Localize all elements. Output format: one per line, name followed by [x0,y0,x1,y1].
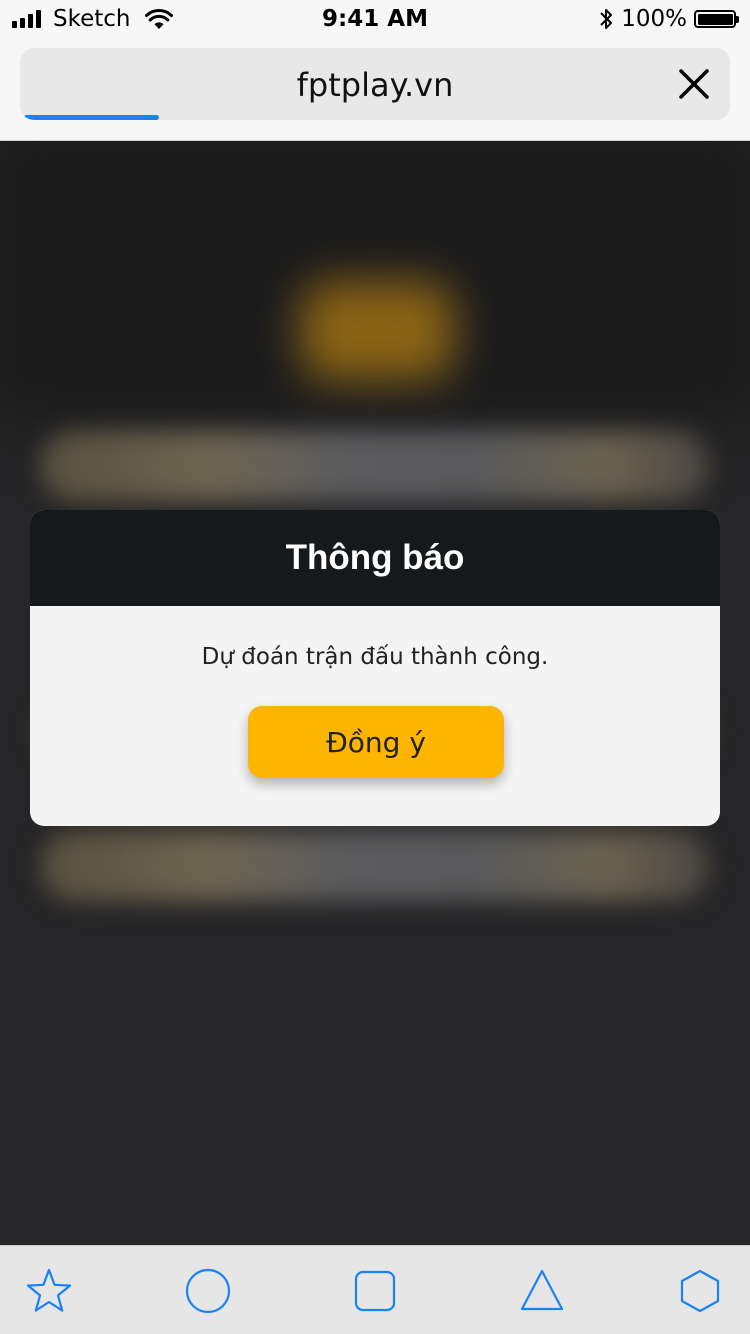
hexagon-icon [680,1269,720,1313]
dialog-header: Thông báo [30,510,720,606]
bluetooth-icon [599,7,613,31]
dialog-title: Thông báo [285,538,465,577]
browser-navigation: fptplay.vn [0,40,750,141]
status-bar-right: 100% [599,6,739,32]
star-icon [26,1268,72,1312]
url-text[interactable]: fptplay.vn [20,66,730,104]
toolbar-hexagon-button[interactable] [676,1267,724,1315]
battery-percent: 100% [621,6,687,32]
status-bar: Sketch 9:41 AM 100% [0,0,750,40]
blurred-match-row [40,431,710,501]
circle-icon [185,1268,231,1314]
close-button[interactable] [672,62,716,106]
toolbar-square-button[interactable] [351,1267,399,1315]
address-bar[interactable]: fptplay.vn [20,48,730,120]
toolbar-star-button[interactable] [25,1267,73,1315]
dialog-message: Dự đoán trận đấu thành công. [201,644,549,670]
blurred-match-row [40,831,710,901]
dialog-body: Dự đoán trận đấu thành công. Đồng ý [30,606,720,826]
blurred-logo [300,281,455,381]
toolbar-triangle-button[interactable] [518,1267,566,1315]
square-icon [354,1270,396,1312]
toolbar-circle-button[interactable] [184,1267,232,1315]
battery-icon [694,10,739,28]
close-icon [679,69,709,99]
bottom-toolbar [0,1245,750,1334]
agree-button[interactable]: Đồng ý [248,706,504,778]
page-load-progress [24,115,159,120]
notification-dialog: Thông báo Dự đoán trận đấu thành công. Đ… [30,510,720,826]
battery-level [697,13,733,25]
triangle-icon [520,1269,564,1311]
